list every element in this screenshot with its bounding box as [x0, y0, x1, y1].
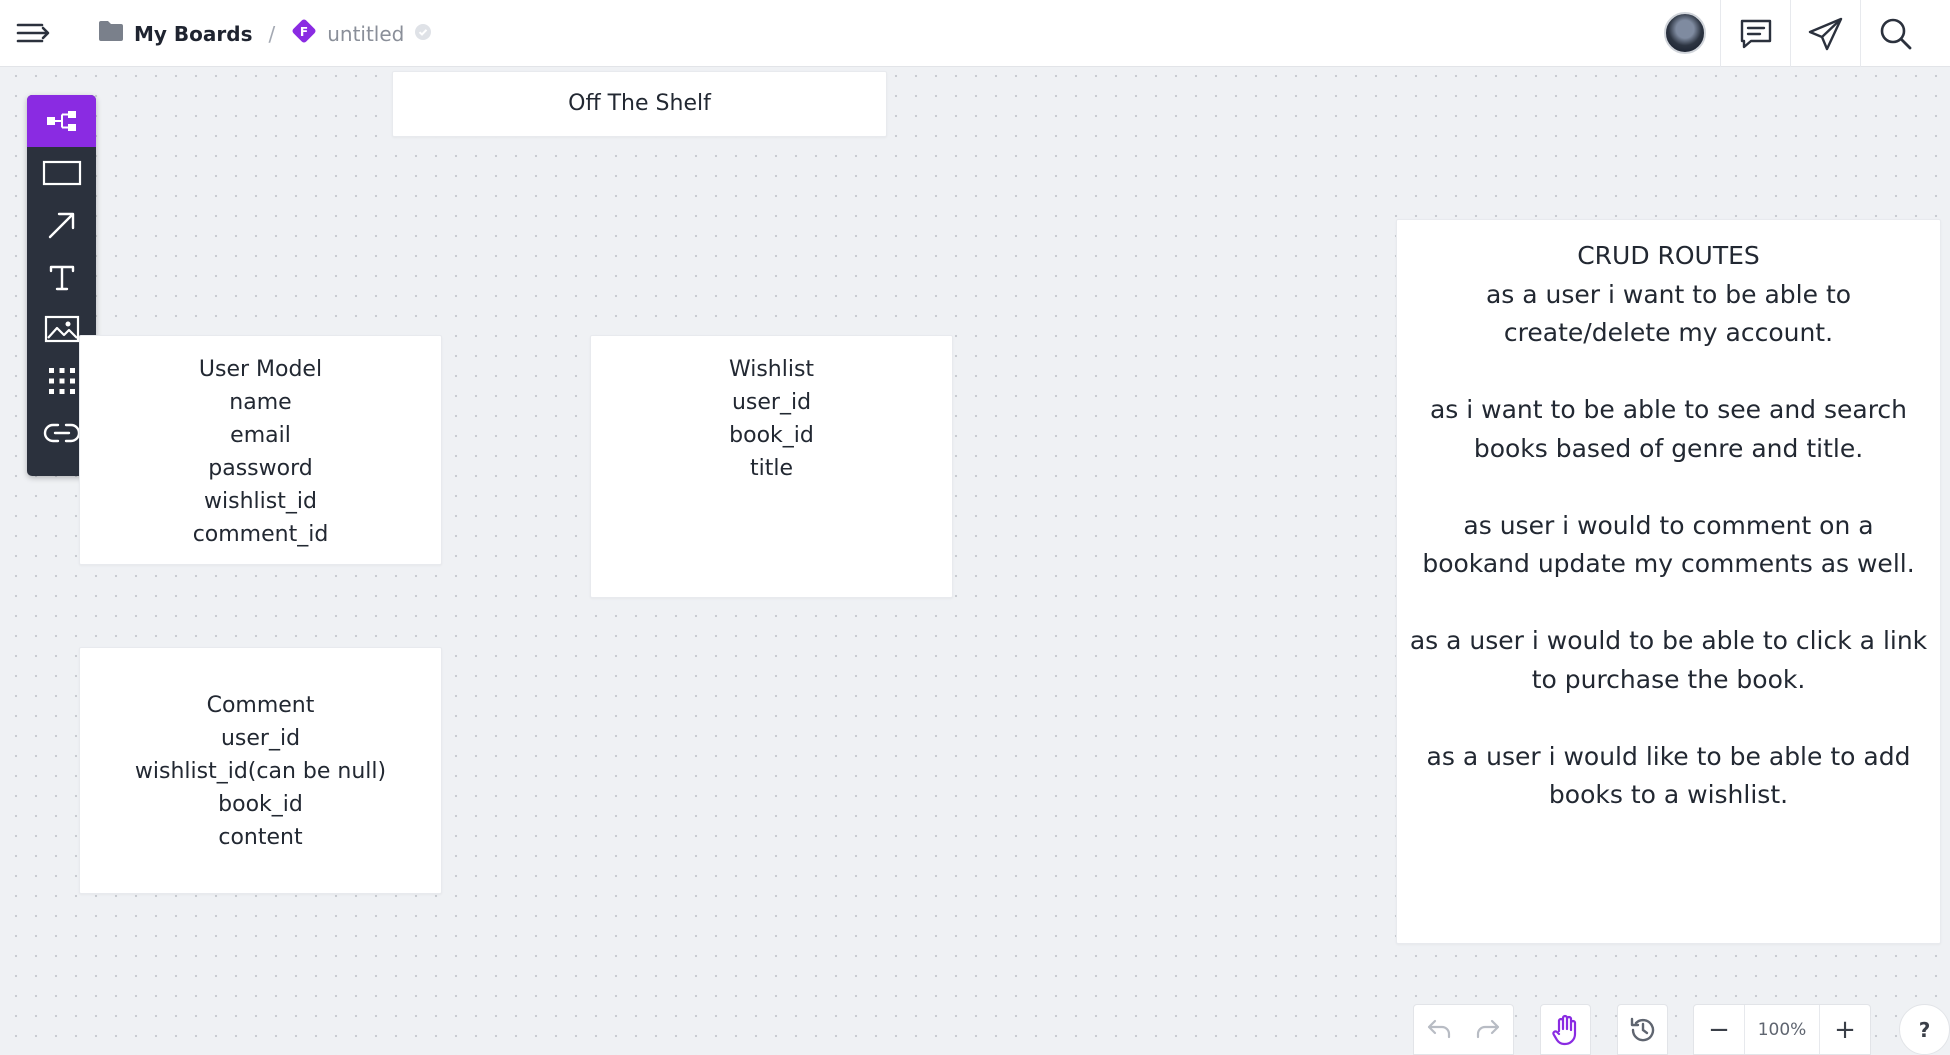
crud-line: as a user i would like to be able to add — [1426, 741, 1911, 771]
folder-icon — [98, 20, 124, 47]
top-bar: My Boards / F untitled — [0, 0, 1950, 67]
breadcrumb: My Boards / F untitled — [98, 0, 432, 67]
redo-icon[interactable] — [1475, 1017, 1501, 1043]
card-line: wishlist_id — [204, 489, 317, 514]
crud-line: as user i would to comment on a — [1463, 510, 1874, 540]
undo-icon[interactable] — [1426, 1017, 1452, 1043]
breadcrumb-separator: / — [268, 21, 276, 46]
comment-card[interactable]: Comment user_id wishlist_id(can be null)… — [79, 647, 442, 894]
search-icon[interactable] — [1860, 0, 1930, 67]
minus-icon: − — [1708, 1014, 1730, 1045]
help-icon: ? — [1918, 1017, 1931, 1042]
svg-text:F: F — [300, 25, 308, 39]
card-line: content — [218, 825, 303, 850]
crud-line: to purchase the book. — [1531, 664, 1806, 694]
board-badge-icon: F — [291, 18, 317, 49]
card-line: name — [229, 390, 292, 415]
crud-line: bookand update my comments as well. — [1422, 549, 1915, 578]
card-line: Comment — [206, 693, 315, 718]
crud-line: books to a wishlist. — [1548, 780, 1789, 809]
history-icon[interactable] — [1617, 1004, 1668, 1055]
card-line: Wishlist — [728, 357, 815, 382]
zoom-level[interactable]: 100% — [1744, 1005, 1820, 1054]
wishlist-card[interactable]: Wishlist user_id book_id title — [590, 335, 953, 598]
plus-icon: + — [1834, 1014, 1856, 1045]
card-line: wishlist_id(can be null) — [134, 759, 387, 784]
crud-line: create/delete my account. — [1503, 318, 1834, 347]
comment-icon[interactable] — [1720, 0, 1790, 67]
crud-line: as a user i would to be able to click a … — [1409, 626, 1928, 655]
menu-collapse-icon[interactable] — [16, 17, 52, 49]
card-line: email — [230, 423, 291, 448]
avatar[interactable] — [1664, 12, 1706, 54]
crud-line: as i want to be able to see and search — [1429, 395, 1908, 424]
crud-heading: CRUD ROUTES — [1577, 241, 1760, 270]
undo-redo-group — [1413, 1004, 1514, 1055]
user-model-card[interactable]: User Model name email password wishlist_… — [79, 335, 442, 565]
diagram-tool-icon[interactable] — [27, 95, 96, 147]
zoom-control: − 100% + — [1693, 1004, 1871, 1055]
card-line: user_id — [220, 726, 301, 751]
card-line: user_id — [731, 390, 812, 415]
text-tool-icon[interactable] — [27, 251, 96, 303]
crud-routes-card[interactable]: CRUD ROUTES as a user i want to be able … — [1396, 219, 1941, 944]
rectangle-tool-icon[interactable] — [27, 147, 96, 199]
share-send-icon[interactable] — [1790, 0, 1860, 67]
help-button[interactable]: ? — [1899, 1004, 1950, 1055]
card-line: title — [749, 456, 793, 481]
board-name[interactable]: untitled — [327, 22, 404, 46]
card-line: book_id — [729, 423, 814, 448]
crud-line: books based of genre and title. — [1473, 433, 1864, 463]
board-title-text: Off The Shelf — [568, 91, 711, 116]
card-line: book_id — [218, 792, 303, 817]
board-title-card[interactable]: Off The Shelf — [392, 71, 887, 137]
arrow-tool-icon[interactable] — [27, 199, 96, 251]
saved-check-icon — [414, 22, 432, 46]
crud-line: as a user i want to be able to — [1485, 279, 1852, 309]
breadcrumb-my-boards[interactable]: My Boards — [134, 22, 252, 46]
card-line: User Model — [198, 357, 323, 382]
hand-pan-icon[interactable] — [1540, 1004, 1591, 1055]
card-line: comment_id — [192, 522, 329, 547]
zoom-in-button[interactable]: + — [1820, 1005, 1870, 1054]
zoom-out-button[interactable]: − — [1694, 1005, 1744, 1054]
card-line: password — [208, 456, 313, 481]
